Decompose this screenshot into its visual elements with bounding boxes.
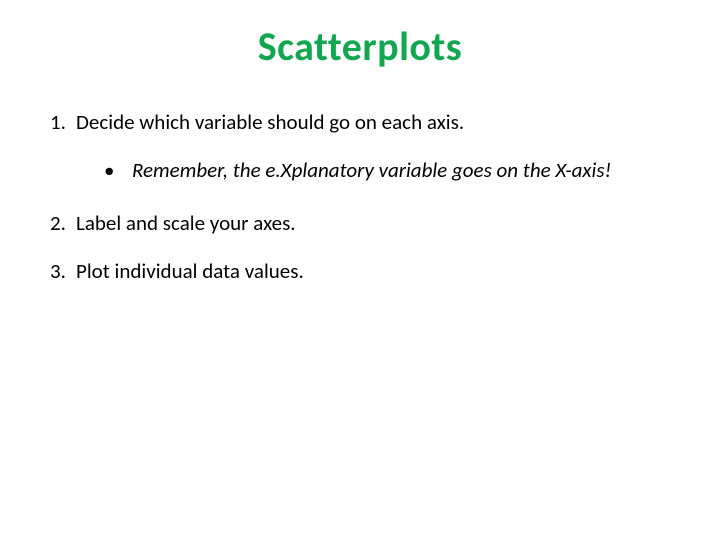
item-number: 3.	[50, 258, 76, 284]
item-number: 2.	[50, 210, 76, 236]
item-text: Plot individual data values.	[76, 258, 304, 284]
list-item: 2. Label and scale your axes.	[50, 210, 670, 236]
slide: Scatterplots 1. Decide which variable sh…	[0, 0, 720, 540]
list-item: 1. Decide which variable should go on ea…	[50, 109, 670, 135]
item-number: 1.	[50, 109, 76, 135]
slide-title: Scatterplots	[0, 0, 720, 71]
item-text: Label and scale your axes.	[76, 210, 296, 236]
sub-item: • Remember, the e.Xplanatory variable go…	[104, 157, 670, 183]
bullet-icon: •	[104, 157, 132, 183]
list-item: 3. Plot individual data values.	[50, 258, 670, 284]
item-text: Decide which variable should go on each …	[76, 109, 464, 135]
sub-item-text: Remember, the e.Xplanatory variable goes…	[132, 157, 611, 183]
slide-body: 1. Decide which variable should go on ea…	[0, 71, 720, 284]
